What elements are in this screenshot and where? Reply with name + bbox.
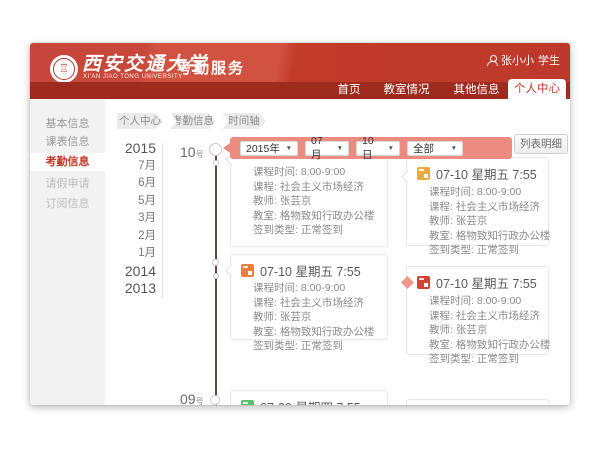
signin-stamp-icon [241,264,254,277]
nav-item-classrooms[interactable]: 教室情况 [379,82,434,99]
breadcrumb-personal-center[interactable]: 个人中心 [117,113,163,129]
year-month-nav: 2015 7月 6月 5月 3月 2月 1月 2014 2013 [94,140,156,298]
teacher: 教师: 张芸京 [253,194,387,209]
nav-item-other-info[interactable]: 其他信息 [449,82,504,99]
list-detail-button[interactable]: 列表明细 [514,134,568,154]
month-march[interactable]: 3月 [94,210,156,228]
user-role: 学生 [538,52,560,68]
breadcrumb-attendance-info[interactable]: 考勤信息 [170,113,216,129]
nav-divider [162,143,163,298]
card-title: 07-10 星期五 7:55 [436,273,537,292]
seal-glyph: ♖ [59,64,69,75]
day-label-09: 09号 [180,391,204,405]
attendance-card: 07-10 星期五 7:55 课程时间: 8:00-9:00 课程: 社会主义市… [406,157,549,246]
person-icon [487,55,497,65]
timeline-node [212,259,219,266]
card-title: 07-10 星期五 7:55 [436,164,537,183]
attendance-card: 07-10 星期五 7:55 课程时间: 8:00-9:00 课程: 社会主义市… [230,254,388,340]
month-january[interactable]: 1月 [94,245,156,263]
attendance-card: 07-10 星期五 7:55 课程时间: 8:00-9:00 课程: 社会主义市… [406,266,549,355]
signin-type: 签到类型: 正常签到 [253,223,387,238]
day-label-10: 10号 [180,144,204,160]
header: ♖ 西安交通大学 XI'AN JIAO TONG UNIVERSITY 考勤服务… [30,43,570,82]
signin-type: 签到类型: 正常签到 [253,339,387,354]
course: 课程: 社会主义市场经济 [429,309,548,324]
timeline-node-small [213,160,219,166]
classroom: 教室: 格物致知行政办公楼 [253,209,387,224]
caret-down-icon: ▼ [451,145,457,152]
attendance-card: 07-09 星期四 7:55 [230,390,388,405]
caret-down-icon: ▼ [337,145,343,152]
user-name: 张小小 [501,52,534,68]
signin-stamp-icon [417,167,430,180]
day-select[interactable]: 10日▼ [356,141,400,156]
user-info[interactable]: 张小小 学生 [487,52,560,68]
teacher: 教师: 张芸京 [429,323,548,338]
university-seal-icon: ♖ [50,55,78,83]
month-june[interactable]: 6月 [94,175,156,193]
timeline-node [213,273,219,279]
card-title: 07-10 星期五 7:55 [260,261,361,280]
year-2014[interactable]: 2014 [94,263,156,281]
course-time: 课程时间: 8:00-9:00 [253,281,387,296]
timeline-node-large [209,143,222,156]
caret-down-icon: ▼ [286,145,292,152]
year-2015[interactable]: 2015 [94,140,156,158]
app-title: 考勤服务 [177,57,245,78]
card-title: 07-09 星期四 7:55 [260,397,361,405]
year-select[interactable]: 2015年▼ [240,141,298,156]
course-time: 课程时间: 8:00-9:00 [429,185,548,200]
month-july-current[interactable]: 7月 [94,158,156,176]
university-name-en: XI'AN JIAO TONG UNIVERSITY [83,74,183,80]
course: 课程: 社会主义市场经济 [429,200,548,215]
sidebar-item-basic-info[interactable]: 基本信息 [30,115,105,133]
attendance-card [406,399,549,405]
teacher: 教师: 张芸京 [253,310,387,325]
course: 课程: 社会主义市场经济 [253,296,387,311]
classroom: 教室: 格物致知行政办公楼 [429,229,548,244]
app-window: ♖ 西安交通大学 XI'AN JIAO TONG UNIVERSITY 考勤服务… [30,43,570,405]
teacher: 教师: 张芸京 [429,214,548,229]
timeline-node-day09 [210,395,220,405]
content-area: 基本信息 课表信息 考勤信息 请假申请 订阅信息 个人中心 考勤信息 时间轴 2… [30,99,570,405]
type-select[interactable]: 全部▼ [407,141,463,156]
breadcrumb-timeline[interactable]: 时间轴 [222,113,266,129]
signin-type: 签到类型: 正常签到 [429,352,548,367]
classroom: 教室: 格物致知行政办公楼 [429,338,548,353]
month-february[interactable]: 2月 [94,228,156,246]
filter-bar: 2015年▼ 07月▼ 10日▼ 全部▼ [230,137,512,159]
month-select[interactable]: 07月▼ [305,141,349,156]
signin-type: 签到类型: 正常签到 [429,243,548,258]
course: 课程: 社会主义市场经济 [253,180,387,195]
nav-item-personal-center-active[interactable]: 个人中心 [508,79,566,99]
course-time: 课程时间: 8:00-9:00 [429,294,548,309]
course-time: 课程时间: 8:00-9:00 [253,165,387,180]
nav-item-home[interactable]: 首页 [329,82,369,99]
signin-stamp-icon [417,276,430,289]
signin-stamp-icon [241,400,254,405]
year-2013[interactable]: 2013 [94,280,156,298]
caret-down-icon: ▼ [388,145,394,152]
classroom: 教室: 格物致知行政办公楼 [253,325,387,340]
month-may[interactable]: 5月 [94,193,156,211]
